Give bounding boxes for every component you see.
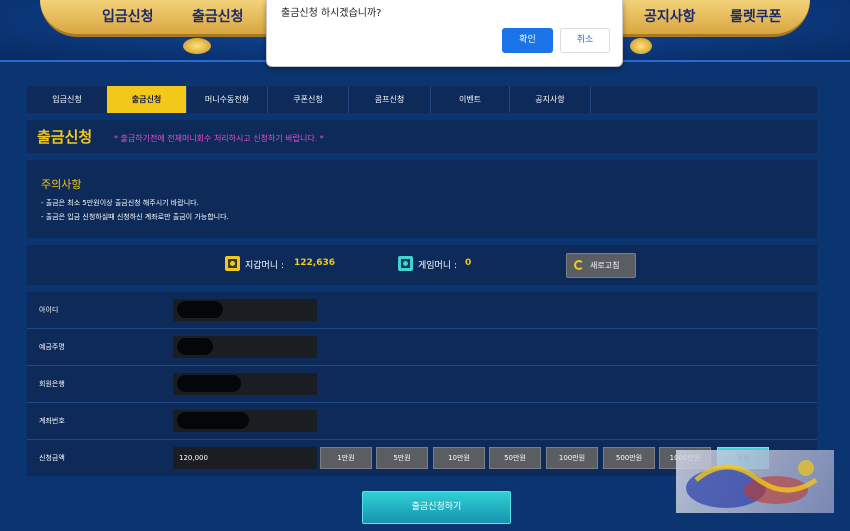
coin-decoration: [183, 38, 211, 54]
wallet-money-value: 122,636: [294, 258, 335, 268]
topnav-item-notice[interactable]: 공지사항: [644, 6, 696, 26]
refresh-icon: [574, 260, 584, 270]
tab-event[interactable]: 이벤트: [431, 86, 510, 113]
holder-label: 예금주명: [39, 343, 65, 351]
topnav-item-roulette-coupon[interactable]: 룰렛쿠폰: [730, 6, 782, 26]
form-row-account: 계좌번호: [27, 403, 817, 440]
wallet-icon: [225, 256, 240, 271]
id-label: 아이디: [39, 306, 59, 314]
amount-button-5m[interactable]: 500만원: [603, 447, 655, 469]
refresh-label: 새로고침: [590, 261, 620, 270]
redacted-mark: [177, 412, 249, 429]
redacted-mark: [177, 301, 223, 318]
tab-bar: 입금신청 출금신청 머니수동전환 쿠폰신청 콤프신청 이벤트 공지사항: [27, 86, 817, 113]
amount-button-1m[interactable]: 100만원: [546, 447, 598, 469]
refresh-button[interactable]: 새로고침: [566, 253, 636, 278]
tab-coupon[interactable]: 쿠폰신청: [268, 86, 349, 113]
page-title: 출금신청: [37, 128, 93, 146]
withdraw-submit-button[interactable]: 출금신청하기: [362, 491, 511, 524]
form-row-bank: 회원은행: [27, 366, 817, 403]
dialog-ok-button[interactable]: 확인: [502, 28, 553, 53]
title-note: * 출금하기전에 전체머니회수 처리하시고 신청하기 바랍니다. *: [114, 134, 324, 143]
confirm-dialog: 출금신청 하시겠습니까? 확인 취소: [266, 0, 623, 67]
amount-label: 신청금액: [39, 454, 65, 462]
amount-button-50k[interactable]: 5만원: [376, 447, 428, 469]
tab-deposit[interactable]: 입금신청: [27, 86, 108, 113]
redacted-mark: [177, 375, 241, 392]
redacted-mark: [177, 338, 213, 355]
game-money-icon: [398, 256, 413, 271]
wallet-money-label: 지갑머니 :: [245, 261, 285, 271]
amount-button-10k[interactable]: 1만원: [320, 447, 372, 469]
game-money-label: 게임머니 :: [418, 261, 458, 271]
coin-decoration: [630, 38, 652, 54]
amount-button-100k[interactable]: 10만원: [433, 447, 485, 469]
notice-title: 주의사항: [41, 178, 82, 191]
game-money-value: 0: [465, 258, 472, 268]
notice-line: - 출금은 최소 5만원이상 출금신청 해주시기 바랍니다.: [41, 199, 199, 207]
tab-withdraw[interactable]: 출금신청: [107, 86, 187, 113]
topnav-item-deposit[interactable]: 입금신청: [102, 6, 154, 26]
account-label: 계좌번호: [39, 417, 65, 425]
amount-button-500k[interactable]: 50만원: [489, 447, 541, 469]
amount-input[interactable]: [173, 447, 317, 469]
tab-money-conversion[interactable]: 머니수동전환: [187, 86, 268, 113]
form-row-holder: 예금주명: [27, 329, 817, 366]
title-bar: 출금신청 * 출금하기전에 전체머니회수 처리하시고 신청하기 바랍니다. *: [27, 120, 817, 153]
notice-box: 주의사항 - 출금은 최소 5만원이상 출금신청 해주시기 바랍니다. - 출금…: [27, 160, 817, 238]
dialog-cancel-button[interactable]: 취소: [560, 28, 610, 53]
form-row-id: 아이디: [27, 292, 817, 329]
notice-line: - 출금은 입금 신청하실때 신청하신 계좌로만 출금이 가능합니다.: [41, 213, 229, 221]
watermark-logo: [676, 450, 834, 513]
tab-notice[interactable]: 공지사항: [510, 86, 591, 113]
dialog-message: 출금신청 하시겠습니까?: [281, 8, 382, 19]
topnav-item-withdraw[interactable]: 출금신청: [192, 6, 244, 26]
bank-label: 회원은행: [39, 380, 65, 388]
tab-comp[interactable]: 콤프신청: [349, 86, 431, 113]
wallet-bar: 지갑머니 : 122,636 게임머니 : 0 새로고침: [27, 245, 817, 285]
